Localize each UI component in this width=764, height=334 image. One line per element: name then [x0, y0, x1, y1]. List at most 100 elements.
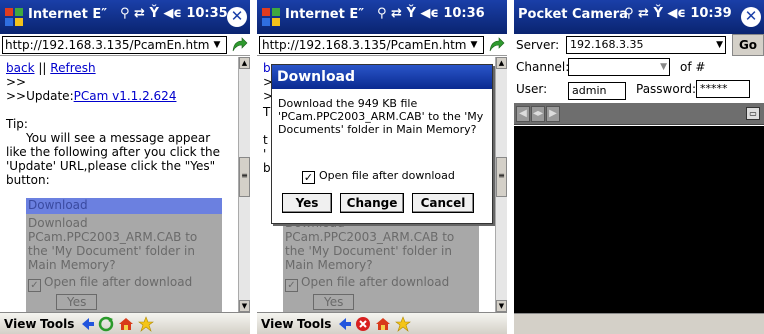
favorites-star-icon[interactable] [138, 316, 154, 332]
favorites-star-icon[interactable] [395, 316, 411, 332]
url-input[interactable]: http://192.168.3.135/PcamEn.htm ▼ [2, 36, 227, 54]
browser-screen-2: Internet E″ ⚲ ⇄ Y̌ ◀ϵ 10:36 http://192.1… [257, 0, 507, 334]
menu-bar: View Tools [0, 312, 250, 334]
fullscreen-icon[interactable]: ▭ [746, 107, 760, 120]
pan-left-icon[interactable]: ◀ [516, 106, 530, 122]
window-title: Internet E″ [28, 7, 108, 22]
update-prefix: >>Update: [6, 89, 74, 103]
server-label: Server: [516, 38, 560, 52]
pan-center-icon[interactable]: ◂▸ [531, 106, 545, 122]
url-text: http://192.168.3.135/PcamEn.htm [5, 38, 210, 52]
status-icons: ⚲ ⇄ Y̌ ◀ϵ 10:36 [377, 6, 485, 21]
camera-toolbar: ◀ ◂▸ ▶ ▭ [514, 103, 764, 125]
stop-icon[interactable] [355, 316, 371, 332]
example-title: Download [26, 198, 222, 214]
url-text: http://192.168.3.135/PcamEn.htm [262, 38, 467, 52]
scroll-up-icon[interactable]: ▲ [496, 57, 507, 69]
chevron-down-icon[interactable]: ▼ [660, 59, 667, 75]
chevron-down-icon[interactable]: ▼ [210, 37, 224, 53]
server-value: 192.168.3.35 [570, 38, 644, 51]
link-separator: || [38, 61, 47, 75]
back-arrow-icon[interactable] [337, 316, 353, 332]
close-button[interactable]: ✕ [227, 7, 247, 27]
bottom-bar [514, 313, 764, 334]
address-bar: http://192.168.3.135/PcamEn.htm ▼ [257, 34, 507, 56]
video-view[interactable] [514, 126, 764, 313]
refresh-icon[interactable] [98, 316, 114, 332]
channel-select[interactable]: ▼ [568, 58, 670, 76]
example-body: Download PCam.PPC2003_ARM.CAB to the 'My… [28, 216, 198, 272]
update-link[interactable]: PCam v1.1.2.624 [74, 89, 177, 103]
chevron-down-icon[interactable]: ▼ [716, 37, 723, 53]
back-arrow-icon[interactable] [80, 316, 96, 332]
title-bar: Pocket Camera ⚲ ⇄ Y̌ ◀ϵ 10:39 ✕ [514, 0, 764, 34]
gtgt-line: >> [6, 75, 27, 89]
scroll-up-icon[interactable]: ▲ [239, 57, 250, 69]
windows-start-icon[interactable] [3, 6, 25, 28]
scrollbar[interactable]: ▲ ≡ ▼ [495, 57, 507, 312]
home-icon[interactable] [118, 316, 134, 332]
checkbox-icon: ✓ [28, 279, 41, 292]
status-icons: ⚲ ⇄ Y̌ ◀ϵ 10:35 [120, 6, 228, 21]
scrollbar[interactable]: ▲ ≡ ▼ [238, 57, 250, 312]
example-yes: Yes [313, 294, 355, 310]
clock[interactable]: 10:36 [443, 6, 484, 21]
status-icons: ⚲ ⇄ Y̌ ◀ϵ 10:39 [624, 6, 732, 21]
password-input[interactable]: ***** [696, 80, 750, 98]
clock[interactable]: 10:39 [690, 6, 731, 21]
menu-view[interactable]: View [261, 317, 293, 331]
example-body: Download PCam.PPC2003_ARM.CAB to the 'My… [285, 216, 455, 272]
server-row: Server: 192.168.3.35 ▼ [514, 34, 764, 56]
go-arrow-icon[interactable] [488, 37, 505, 54]
back-link[interactable]: back [6, 61, 35, 75]
ptz-controls: ◀ ◂▸ ▶ [516, 106, 561, 122]
cancel-button[interactable]: Cancel [412, 193, 474, 213]
change-button[interactable]: Change [340, 193, 404, 213]
windows-start-icon[interactable] [260, 6, 282, 28]
login-row: User: admin Password: ***** [514, 78, 764, 100]
dialog-title: Download [272, 65, 492, 89]
title-bar: Internet E″ ⚲ ⇄ Y̌ ◀ϵ 10:35 ✕ [0, 0, 250, 34]
user-input[interactable]: admin [568, 82, 626, 100]
channel-row: Channel: ▼ of # [514, 56, 764, 78]
server-select[interactable]: 192.168.3.35 ▼ [566, 36, 726, 54]
checkbox[interactable]: ✓ [302, 171, 315, 184]
scroll-down-icon[interactable]: ▼ [496, 300, 507, 312]
url-input[interactable]: http://192.168.3.135/PcamEn.htm ▼ [259, 36, 484, 54]
connectivity-icon[interactable]: ⚲ ⇄ Y̌ ◀ϵ [377, 6, 439, 21]
menu-bar: View Tools [257, 312, 507, 334]
open-after-download-option[interactable]: ✓ Open file after download [302, 169, 455, 184]
menu-tools[interactable]: Tools [40, 317, 74, 331]
address-bar: http://192.168.3.135/PcamEn.htm ▼ [0, 34, 250, 56]
home-icon[interactable] [375, 316, 391, 332]
yes-button[interactable]: Yes [282, 193, 332, 213]
scroll-thumb[interactable]: ≡ [496, 157, 507, 197]
example-yes: Yes [56, 294, 98, 310]
connectivity-icon[interactable]: ⚲ ⇄ Y̌ ◀ϵ [624, 6, 686, 21]
user-label: User: [516, 82, 548, 96]
tip-heading: Tip: [6, 117, 28, 131]
pocket-camera-screen: Pocket Camera ⚲ ⇄ Y̌ ◀ϵ 10:39 ✕ Server: … [514, 0, 764, 334]
go-button[interactable]: Go [732, 34, 764, 56]
example-check-label: Open file after download [301, 275, 450, 289]
checkbox-icon: ✓ [285, 279, 298, 292]
close-button[interactable]: ✕ [741, 7, 761, 27]
dialog-message: Download the 949 KB file 'PCam.PPC2003_A… [278, 97, 484, 136]
scroll-down-icon[interactable]: ▼ [239, 300, 250, 312]
window-title: Pocket Camera [518, 7, 628, 22]
download-dialog: Download Download the 949 KB file 'PCam.… [271, 64, 493, 224]
chevron-down-icon[interactable]: ▼ [467, 37, 481, 53]
pan-right-icon[interactable]: ▶ [546, 106, 560, 122]
clock[interactable]: 10:35 [186, 6, 227, 21]
channel-label: Channel: [516, 60, 570, 74]
connectivity-icon[interactable]: ⚲ ⇄ Y̌ ◀ϵ [120, 6, 182, 21]
browser-screen-1: Internet E″ ⚲ ⇄ Y̌ ◀ϵ 10:35 ✕ http://192… [0, 0, 250, 334]
channel-of-label: of # [680, 60, 706, 74]
go-arrow-icon[interactable] [231, 37, 248, 54]
tip-text: You will see a message appear like the f… [6, 131, 221, 187]
refresh-link[interactable]: Refresh [50, 61, 95, 75]
scroll-thumb[interactable]: ≡ [239, 157, 250, 197]
menu-view[interactable]: View [4, 317, 36, 331]
menu-tools[interactable]: Tools [297, 317, 331, 331]
window-title: Internet E″ [285, 7, 365, 22]
